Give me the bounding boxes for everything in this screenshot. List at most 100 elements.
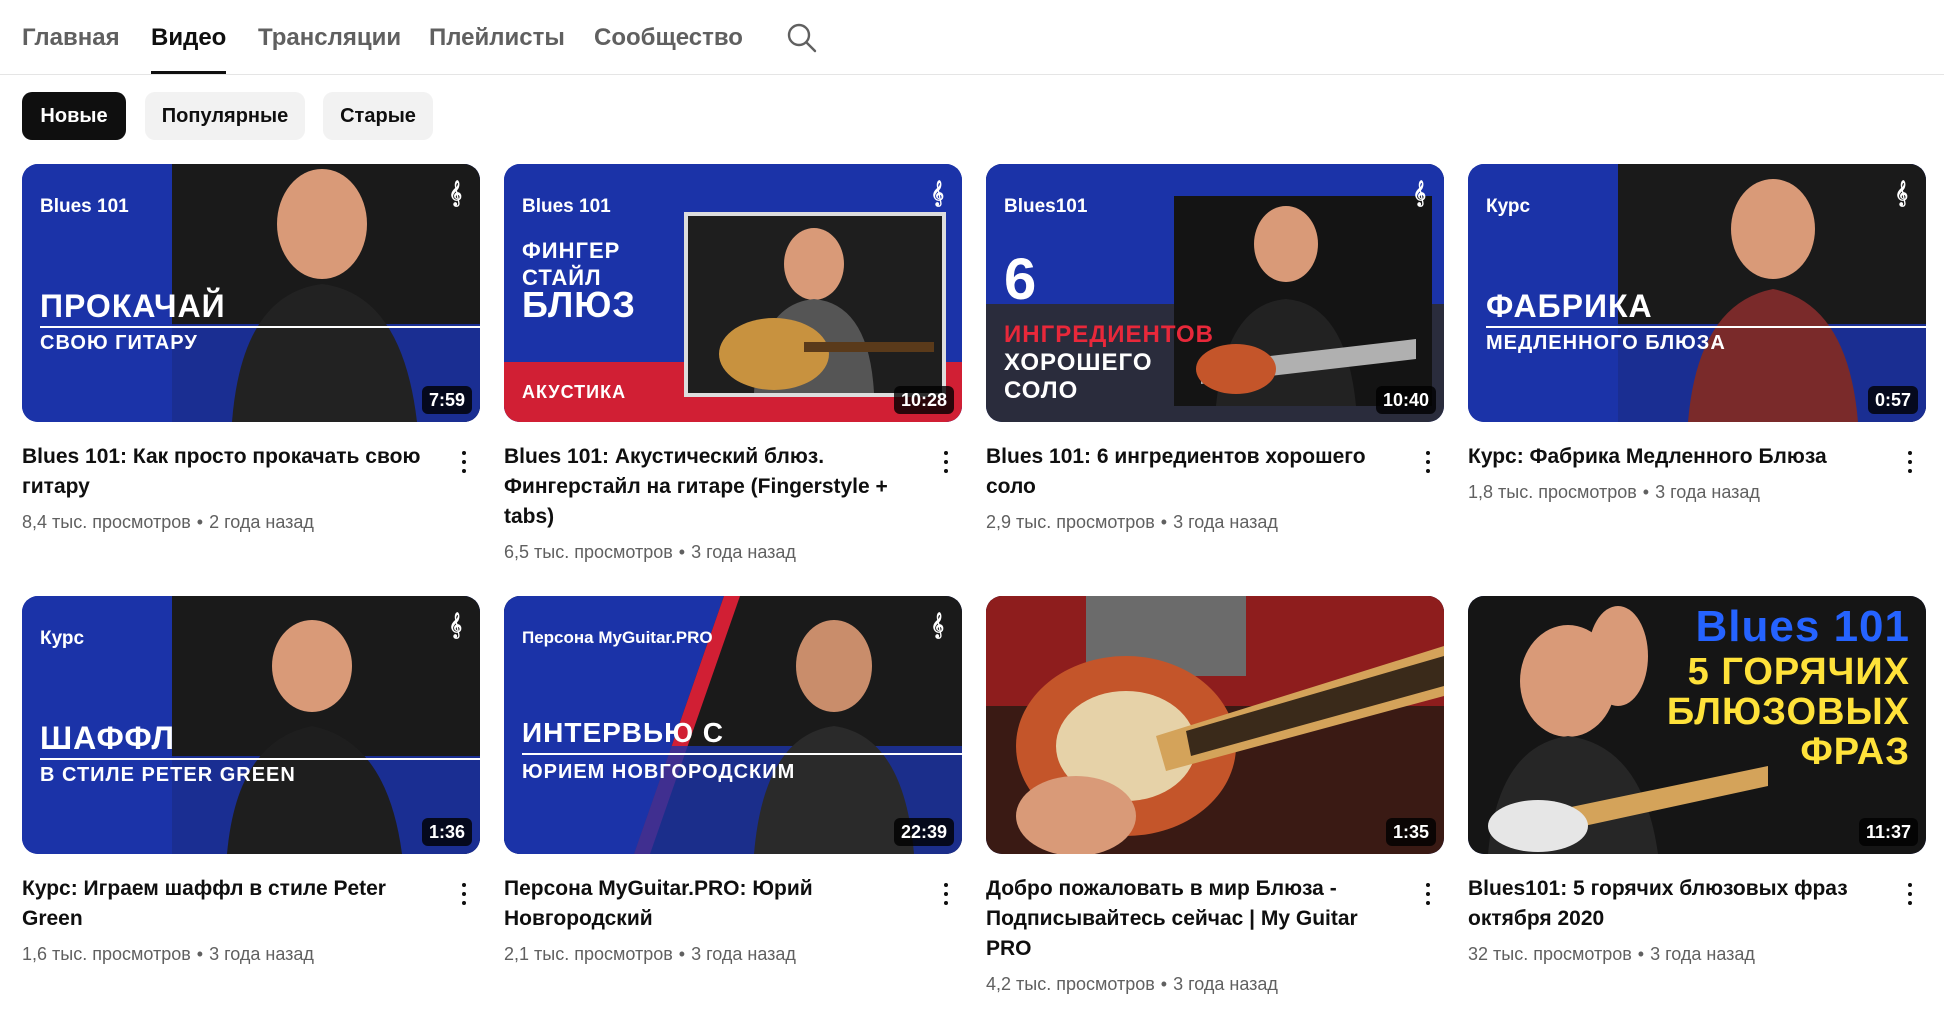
- video-thumbnail[interactable]: Blues 101 5 ГОРЯЧИХ БЛЮЗОВЫХ ФРАЗ 11:37: [1468, 596, 1926, 854]
- more-vert-icon[interactable]: [1412, 876, 1444, 908]
- upload-age: 2 года назад: [209, 512, 314, 532]
- thumb-headline: БЛЮЗ: [522, 284, 636, 325]
- thumb-headline: ШАФФЛ: [40, 720, 175, 756]
- duration-badge: 11:37: [1858, 818, 1918, 846]
- thumb-line1: 5 ГОРЯЧИХ: [1687, 651, 1910, 693]
- search-button[interactable]: [786, 22, 818, 54]
- upload-age: 3 года назад: [691, 944, 796, 964]
- video-title[interactable]: Персона MyGuitar.PRO: Юрий Новгородский: [504, 874, 918, 934]
- thumb-subline: АКУСТИКА: [522, 382, 627, 402]
- thumb-brand: Blues 101: [1695, 602, 1910, 651]
- video-thumbnail[interactable]: 𝄞 Blues101 6 ИНГРЕДИЕНТОВ ХОРОШЕГО СОЛО …: [986, 164, 1444, 422]
- view-count: 1,6 тыс. просмотров: [22, 944, 191, 964]
- video-card: Blues 101 5 ГОРЯЧИХ БЛЮЗОВЫХ ФРАЗ 11:37 …: [1468, 596, 1926, 966]
- channel-logo-icon: 𝄞: [930, 180, 944, 205]
- duration-badge: 1:35: [1385, 818, 1436, 846]
- tab-videos[interactable]: Видео: [151, 22, 227, 74]
- video-title[interactable]: Blues 101: 6 ингредиентов хорошего соло: [986, 442, 1400, 502]
- tab-community[interactable]: Сообщество: [594, 22, 743, 54]
- chip-newest[interactable]: Новые: [22, 92, 126, 140]
- more-vert-icon[interactable]: [1894, 444, 1926, 476]
- video-stats: 2,1 тыс. просмотров • 3 года назад: [504, 944, 796, 964]
- chip-popular[interactable]: Популярные: [145, 92, 305, 140]
- duration-badge: 10:28: [893, 386, 954, 414]
- thumb-subline: В СТИЛЕ PETER GREEN: [40, 764, 296, 786]
- video-card: 1:35 Добро пожаловать в мир Блюза - Подп…: [986, 596, 1444, 996]
- thumb-brand: Курс: [1486, 196, 1531, 217]
- video-stats: 2,9 тыс. просмотров • 3 года назад: [986, 512, 1278, 532]
- video-thumbnail[interactable]: 𝄞 Курс ФАБРИКА МЕДЛЕННОГО БЛЮЗА 0:57: [1468, 164, 1926, 422]
- upload-age: 3 года назад: [209, 944, 314, 964]
- thumb-brand: Blues101: [1004, 196, 1088, 217]
- channel-tabs: Главная Видео Трансляции Плейлисты Сообщ…: [0, 0, 1944, 75]
- view-count: 32 тыс. просмотров: [1468, 944, 1632, 964]
- thumb-number: 6: [1004, 247, 1038, 312]
- thumb-subline: СВОЮ ГИТАРУ: [40, 332, 198, 354]
- more-vert-icon[interactable]: [930, 876, 962, 908]
- video-card: 𝄞 Персона MyGuitar.PRO ИНТЕРВЬЮ С ЮРИЕМ …: [504, 596, 962, 966]
- more-vert-icon[interactable]: [1894, 876, 1926, 908]
- thumb-brand: Blues 101: [40, 196, 129, 217]
- thumb-headline: ПРОКАЧАЙ: [40, 288, 226, 324]
- more-vert-icon[interactable]: [1412, 444, 1444, 476]
- thumb-line2: СОЛО: [1004, 377, 1079, 404]
- upload-age: 3 года назад: [1173, 974, 1278, 994]
- tab-playlists[interactable]: Плейлисты: [429, 22, 565, 54]
- thumb-headline: ФАБРИКА: [1486, 288, 1653, 324]
- tab-home[interactable]: Главная: [22, 22, 120, 54]
- more-vert-icon[interactable]: [448, 876, 480, 908]
- video-card: 𝄞 Blues101 6 ИНГРЕДИЕНТОВ ХОРОШЕГО СОЛО …: [986, 164, 1444, 534]
- video-card: 𝄞 Blues 101 ФИНГЕР СТАЙЛ БЛЮЗ АКУСТИКА 1…: [504, 164, 962, 564]
- thumb-headline: ИНТЕРВЬЮ С: [522, 717, 725, 748]
- channel-logo-icon: 𝄞: [1412, 180, 1426, 205]
- duration-badge: 0:57: [1867, 386, 1918, 414]
- thumb-brand: Курс: [40, 628, 85, 649]
- search-icon: [787, 23, 817, 53]
- video-stats: 4,2 тыс. просмотров • 3 года назад: [986, 974, 1278, 994]
- view-count: 2,9 тыс. просмотров: [986, 512, 1155, 532]
- thumb-line2: БЛЮЗОВЫХ: [1666, 691, 1910, 733]
- upload-age: 3 года назад: [1173, 512, 1278, 532]
- chip-oldest[interactable]: Старые: [323, 92, 433, 140]
- more-vert-icon[interactable]: [448, 444, 480, 476]
- video-thumbnail[interactable]: 𝄞 Персона MyGuitar.PRO ИНТЕРВЬЮ С ЮРИЕМ …: [504, 596, 962, 854]
- thumb-brand: Blues 101: [522, 196, 611, 217]
- upload-age: 3 года назад: [1650, 944, 1755, 964]
- video-title[interactable]: Blues 101: Акустический блюз. Фингерстай…: [504, 442, 918, 532]
- thumb-brand: Персона MyGuitar.PRO: [522, 628, 713, 647]
- tab-streams[interactable]: Трансляции: [258, 22, 401, 54]
- channel-logo-icon: 𝄞: [448, 180, 462, 205]
- video-thumbnail[interactable]: 𝄞 Курс ШАФФЛ В СТИЛЕ PETER GREEN 1:36: [22, 596, 480, 854]
- video-stats: 1,8 тыс. просмотров • 3 года назад: [1468, 482, 1760, 502]
- upload-age: 3 года назад: [1655, 482, 1760, 502]
- duration-badge: 22:39: [893, 818, 954, 846]
- video-thumbnail[interactable]: 𝄞 Blues 101 ПРОКАЧАЙ СВОЮ ГИТАРУ 7:59: [22, 164, 480, 422]
- video-thumbnail[interactable]: 𝄞 Blues 101 ФИНГЕР СТАЙЛ БЛЮЗ АКУСТИКА 1…: [504, 164, 962, 422]
- video-title[interactable]: Blues101: 5 горячих блюзовых фраз октябр…: [1468, 874, 1882, 934]
- video-card: 𝄞 Курс ФАБРИКА МЕДЛЕННОГО БЛЮЗА 0:57 Кур…: [1468, 164, 1926, 504]
- view-count: 2,1 тыс. просмотров: [504, 944, 673, 964]
- video-stats: 32 тыс. просмотров • 3 года назад: [1468, 944, 1755, 964]
- video-card: 𝄞 Blues 101 ПРОКАЧАЙ СВОЮ ГИТАРУ 7:59 Bl…: [22, 164, 480, 534]
- video-title[interactable]: Добро пожаловать в мир Блюза - Подписыва…: [986, 874, 1400, 964]
- upload-age: 3 года назад: [691, 542, 796, 562]
- channel-logo-icon: 𝄞: [930, 612, 944, 637]
- view-count: 1,8 тыс. просмотров: [1468, 482, 1637, 502]
- video-title[interactable]: Blues 101: Как просто прокачать свою гит…: [22, 442, 436, 502]
- duration-badge: 10:40: [1375, 386, 1436, 414]
- video-stats: 8,4 тыс. просмотров • 2 года назад: [22, 512, 314, 532]
- view-count: 6,5 тыс. просмотров: [504, 542, 673, 562]
- duration-badge: 7:59: [421, 386, 472, 414]
- video-title[interactable]: Курс: Играем шаффл в стиле Peter Green: [22, 874, 436, 934]
- duration-badge: 1:36: [421, 818, 472, 846]
- more-vert-icon[interactable]: [930, 444, 962, 476]
- channel-logo-icon: 𝄞: [448, 612, 462, 637]
- channel-logo-icon: 𝄞: [1894, 180, 1908, 205]
- video-title[interactable]: Курс: Фабрика Медленного Блюза: [1468, 442, 1882, 472]
- video-stats: 1,6 тыс. просмотров • 3 года назад: [22, 944, 314, 964]
- thumb-subline: МЕДЛЕННОГО БЛЮЗА: [1486, 332, 1726, 354]
- view-count: 4,2 тыс. просмотров: [986, 974, 1155, 994]
- view-count: 8,4 тыс. просмотров: [22, 512, 191, 532]
- video-stats: 6,5 тыс. просмотров • 3 года назад: [504, 542, 796, 562]
- video-thumbnail[interactable]: 1:35: [986, 596, 1444, 854]
